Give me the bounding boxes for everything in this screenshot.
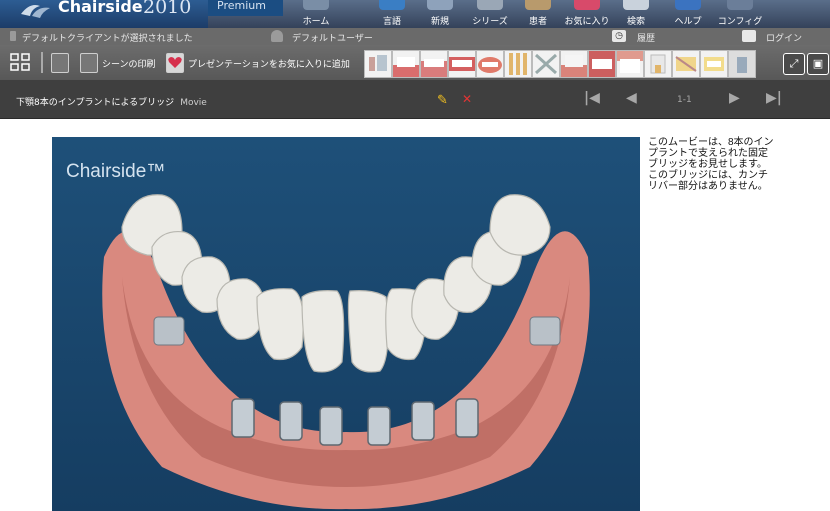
client-status: デフォルトクライアントが選択されました [22, 34, 193, 44]
scene-thumbnail[interactable] [588, 50, 616, 78]
nav-search[interactable]: 検索 [618, 0, 654, 28]
nav-patient[interactable]: 患者 [520, 0, 556, 28]
last-page-icon[interactable]: ▶| [766, 90, 782, 106]
app-year: 2010 [143, 0, 192, 18]
expand-icon[interactable] [10, 53, 30, 71]
new-icon [427, 0, 453, 10]
page-indicator: 1-1 [677, 95, 692, 105]
previous-page-icon[interactable]: ◀ [626, 90, 637, 106]
presentation-icon[interactable]: ▣ [807, 53, 829, 75]
history-link[interactable]: 履歴 [637, 31, 655, 44]
nav-series[interactable]: シリーズ [468, 0, 512, 28]
movie-player[interactable]: Chairside™ [52, 137, 640, 511]
language-icon [379, 0, 405, 10]
scene-thumbnail[interactable] [616, 50, 644, 78]
lock-icon [742, 30, 756, 42]
search-icon [623, 0, 649, 10]
next-page-icon[interactable]: ▶ [729, 90, 740, 106]
nav-favorites[interactable]: お気に入り [562, 0, 612, 28]
presentation-title: 下顎8本のインプラントによるブリッジ Movie [16, 98, 207, 108]
edit-pencil-icon[interactable]: ✎ [437, 93, 448, 108]
toolbar-divider [41, 52, 43, 73]
top-banner: Chairside 2010 Premium ホーム 言語 新規 シリーズ 患者… [0, 0, 830, 28]
nav-home[interactable]: ホーム [296, 0, 336, 28]
heart-icon[interactable] [166, 53, 184, 73]
client-pin-icon [10, 31, 16, 41]
nav-new[interactable]: 新規 [420, 0, 460, 28]
video-watermark: Chairside™ [66, 161, 166, 182]
nav-language[interactable]: 言語 [372, 0, 412, 28]
movie-description: このムービーは、8本のインプラントで支えられた固定ブリッジをお見せします。このブ… [648, 137, 774, 192]
patient-icon [525, 0, 551, 10]
nav-config[interactable]: コンフィグ [714, 0, 766, 28]
login-link[interactable]: ログイン [766, 31, 802, 44]
scene-thumbnail[interactable] [644, 50, 672, 78]
nav-help[interactable]: ヘルプ [670, 0, 706, 28]
favorites-icon [574, 0, 600, 10]
fullscreen-icon[interactable]: ⤢ [783, 53, 805, 75]
add-favorite-button[interactable]: プレゼンテーションをお気に入りに追加 [188, 57, 350, 70]
scene-thumbnail[interactable] [672, 50, 700, 78]
app-name: Chairside [58, 0, 143, 16]
scene-thumbnail[interactable] [448, 50, 476, 78]
history-clock-icon: ◷ [612, 30, 626, 42]
scene-thumbnail[interactable] [392, 50, 420, 78]
edition-badge: Premium [208, 0, 283, 16]
scene-thumbnail[interactable] [476, 50, 504, 78]
help-icon [675, 0, 701, 10]
media-type-label: Movie [180, 98, 207, 108]
print-icon[interactable] [80, 53, 98, 73]
scene-thumbnail[interactable] [728, 50, 756, 78]
user-status[interactable]: デフォルトユーザー [292, 31, 373, 44]
document-icon[interactable] [51, 53, 69, 73]
config-icon [727, 0, 753, 10]
scene-thumbnail[interactable] [532, 50, 560, 78]
delete-x-icon[interactable]: ✕ [462, 92, 472, 106]
chairside-logo-icon [21, 5, 50, 18]
user-icon [271, 30, 283, 42]
scene-thumbnail[interactable] [364, 50, 392, 78]
home-icon [303, 0, 329, 10]
implant-bridge-illustration [102, 194, 590, 510]
scene-thumbnail[interactable] [420, 50, 448, 78]
brand-area: Chairside 2010 [0, 0, 208, 28]
print-scene-button[interactable]: シーンの印刷 [102, 57, 156, 70]
scene-thumbnail[interactable] [700, 50, 728, 78]
scene-thumbnail[interactable] [504, 50, 532, 78]
series-icon [477, 0, 503, 10]
scene-toolbar: シーンの印刷 プレゼンテーションをお気に入りに追加 ⤢ ▣ [0, 45, 830, 80]
content-area: Chairside™ このムービーは、8本のインプラントで支えられた固定ブリッジ… [0, 118, 830, 511]
status-bar: デフォルトクライアントが選択されました デフォルトユーザー ◷ 履歴 ログイン [0, 28, 830, 45]
scene-thumbnail[interactable] [560, 50, 588, 78]
presentation-titlebar: 下顎8本のインプラントによるブリッジ Movie ✎ ✕ |◀ ◀ 1-1 ▶ ▶… [0, 80, 830, 118]
first-page-icon[interactable]: |◀ [584, 90, 600, 106]
